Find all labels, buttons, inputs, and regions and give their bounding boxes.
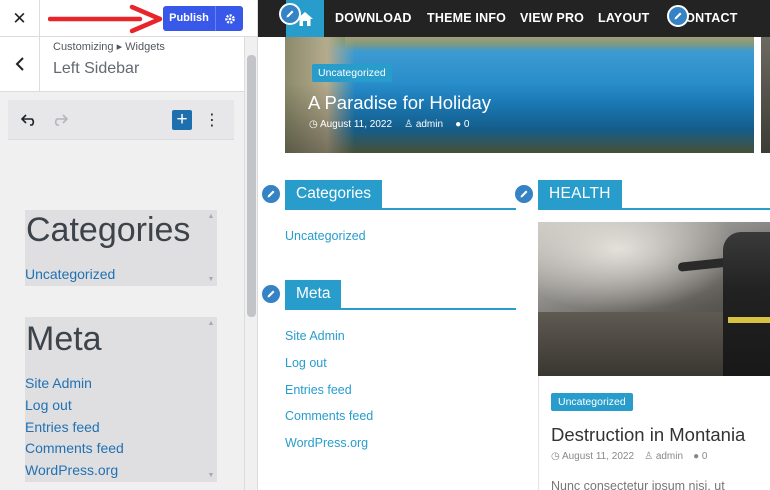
more-icon: ⋮	[204, 112, 220, 129]
categories-widget-block[interactable]: Categories Uncategorized ▲ ▼	[25, 210, 217, 286]
publish-label: Publish	[163, 6, 216, 31]
nav-item-download[interactable]: DOWNLOAD	[335, 0, 412, 37]
list-item[interactable]: Entries feed	[285, 383, 352, 397]
site-preview: DOWNLOAD THEME INFO VIEW PRO LAYOUT CONT…	[258, 0, 770, 490]
post-date[interactable]: August 11, 2022	[320, 119, 392, 130]
list-item[interactable]: WordPress.org	[285, 436, 368, 450]
user-icon: ♙	[644, 451, 656, 462]
post-meta: ◷ August 11, 2022 ♙ admin ● 0	[309, 119, 469, 130]
widget-scrollbar[interactable]: ▲ ▼	[205, 210, 217, 286]
primary-navigation: DOWNLOAD THEME INFO VIEW PRO LAYOUT CONT…	[258, 0, 770, 37]
widget-title: Meta	[285, 280, 342, 308]
comment-count[interactable]: 0	[464, 119, 470, 130]
nav-item-theme-info[interactable]: THEME INFO	[427, 0, 506, 37]
list-item[interactable]: Comments feed	[25, 438, 217, 460]
list-item[interactable]: WordPress.org	[25, 460, 217, 482]
pencil-icon	[520, 190, 528, 198]
undo-icon	[21, 114, 35, 126]
plus-icon: +	[176, 109, 188, 130]
gear-icon[interactable]	[216, 13, 243, 25]
list-item[interactable]: Site Admin	[25, 373, 217, 395]
customizer-sidebar: ✕ Publish Customizing ▸ Widgets Left Sid…	[0, 0, 258, 490]
list-item[interactable]: Log out	[25, 395, 217, 417]
add-block-button[interactable]: +	[172, 110, 192, 130]
breadcrumb: Customizing ▸ Widgets	[53, 41, 165, 53]
close-customizer-button[interactable]: ✕	[0, 0, 40, 37]
post-excerpt: Nunc consectetur ipsum nisi, ut	[551, 479, 725, 490]
category-tag[interactable]: Uncategorized	[551, 393, 633, 411]
calendar-icon: ◷	[551, 451, 562, 462]
list-item[interactable]: Comments feed	[285, 409, 373, 423]
customizer-header: ✕ Publish	[0, 0, 257, 37]
widget-scrollbar[interactable]: ▲ ▼	[205, 317, 217, 482]
post-author[interactable]: admin	[416, 119, 443, 130]
post-date[interactable]: August 11, 2022	[562, 451, 634, 462]
redo-icon	[54, 114, 68, 126]
edit-menu-shortcut[interactable]	[279, 3, 301, 25]
scrollbar-thumb[interactable]	[247, 55, 256, 317]
redo-button[interactable]	[48, 108, 72, 132]
widget-title: HEALTH	[538, 180, 622, 208]
edit-widget-shortcut[interactable]	[260, 283, 282, 305]
more-options-button[interactable]: ⋮	[200, 108, 224, 132]
widget-title-bar: Meta	[285, 280, 516, 310]
comment-count[interactable]: 0	[702, 451, 708, 462]
widget-title: Meta	[26, 320, 102, 358]
edit-widget-shortcut[interactable]	[513, 183, 535, 205]
pencil-icon	[674, 12, 682, 20]
meta-widget-block[interactable]: Meta Site Admin Log out Entries feed Com…	[25, 317, 217, 482]
post-meta: ◷ August 11, 2022 ♙ admin ● 0	[551, 451, 707, 462]
nav-item-view-pro[interactable]: VIEW PRO	[520, 0, 584, 37]
widget-title-bar: HEALTH	[538, 180, 770, 210]
list-item[interactable]: Uncategorized	[285, 229, 366, 243]
edit-widget-shortcut[interactable]	[260, 183, 282, 205]
post-title[interactable]: Destruction in Montania	[551, 424, 745, 446]
undo-button[interactable]	[17, 108, 41, 132]
widget-title-bar: Categories	[285, 180, 516, 210]
list-item[interactable]: Site Admin	[285, 329, 345, 343]
category-tag[interactable]: Uncategorized	[312, 64, 392, 82]
back-button[interactable]	[0, 37, 40, 91]
featured-post[interactable]: Uncategorized A Paradise for Holiday ◷ A…	[285, 37, 754, 153]
nav-item-layout[interactable]: LAYOUT	[598, 0, 649, 37]
edit-menu-shortcut[interactable]	[667, 5, 689, 27]
post-thumbnail[interactable]	[538, 222, 770, 376]
close-icon: ✕	[12, 8, 27, 28]
post-author[interactable]: admin	[656, 451, 683, 462]
widget-title: Categories	[26, 211, 191, 249]
comment-icon: ●	[455, 119, 464, 130]
widget-title: Categories	[285, 180, 382, 208]
pencil-icon	[286, 10, 294, 18]
customizer-scrollbar[interactable]	[244, 37, 257, 490]
pencil-icon	[267, 190, 275, 198]
slider-next-image	[761, 37, 770, 153]
post-title[interactable]: A Paradise for Holiday	[308, 92, 491, 114]
user-icon: ♙	[404, 119, 416, 130]
pencil-icon	[267, 290, 275, 298]
annotation-arrow-icon	[48, 4, 163, 34]
comment-icon: ●	[693, 451, 702, 462]
list-item[interactable]: Entries feed	[25, 417, 217, 439]
list-item[interactable]: Log out	[285, 356, 327, 370]
widget-toolbar: + ⋮	[8, 100, 234, 140]
section-title: Left Sidebar	[53, 60, 140, 77]
calendar-icon: ◷	[309, 119, 320, 130]
section-header: Customizing ▸ Widgets Left Sidebar	[0, 37, 244, 92]
publish-button[interactable]: Publish	[163, 6, 243, 31]
list-item[interactable]: Uncategorized	[25, 264, 217, 286]
back-chevron-icon	[15, 57, 24, 71]
